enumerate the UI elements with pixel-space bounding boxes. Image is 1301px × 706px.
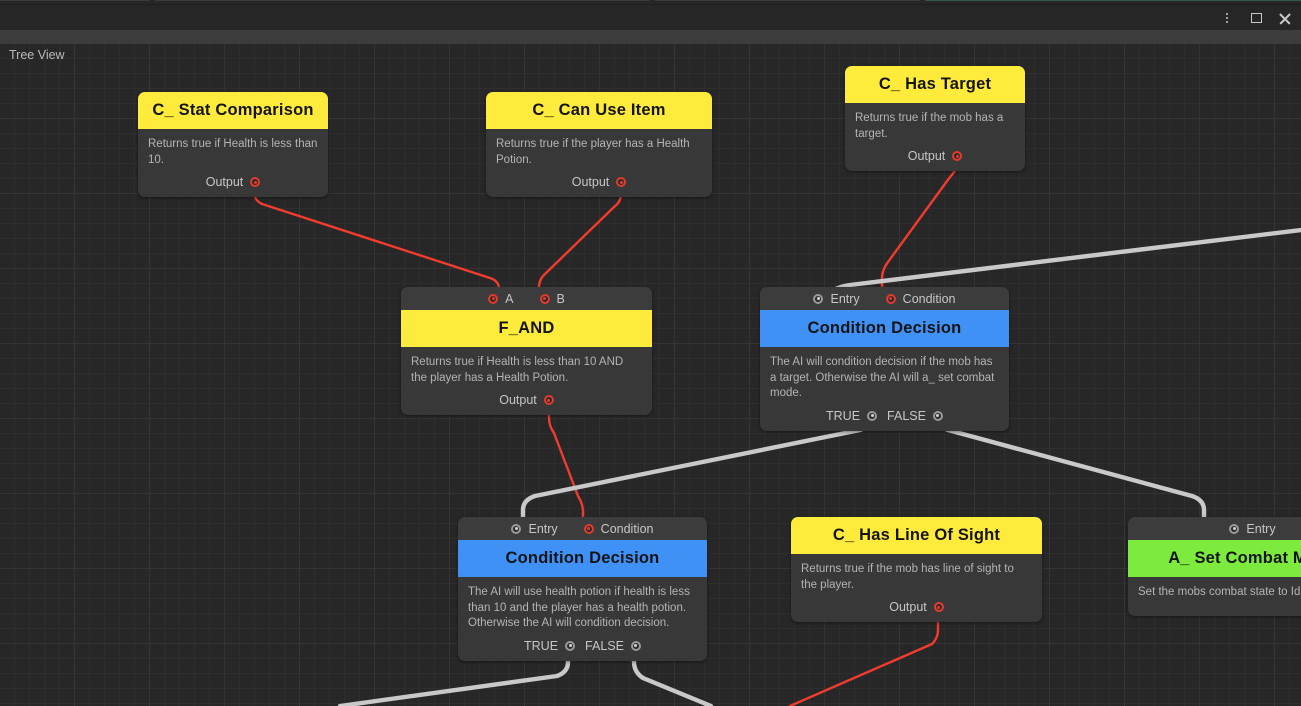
- output-port[interactable]: [933, 602, 944, 613]
- close-icon[interactable]: [1277, 10, 1293, 26]
- node-title: A_ Set Combat Mode: [1128, 540, 1301, 577]
- maximize-icon[interactable]: [1248, 10, 1264, 26]
- node-description: Returns true if Health is less than 10.: [148, 138, 318, 166]
- node-title: C_ Stat Comparison: [138, 92, 328, 129]
- input-a[interactable]: A: [488, 291, 514, 306]
- input-port-entry[interactable]: [813, 293, 824, 304]
- input-entry[interactable]: Entry: [813, 291, 860, 306]
- input-label-condition: Condition: [600, 521, 654, 536]
- node-output-row: Output: [845, 142, 1025, 171]
- node-description: The AI will use health potion if health …: [468, 586, 690, 630]
- output-label-false: FALSE: [887, 408, 926, 423]
- output-label-true: TRUE: [524, 638, 559, 653]
- toolbar: [0, 30, 1301, 44]
- node-graph-editor-window: Tree View C_ Stat Comparison Returns tru…: [0, 0, 1301, 706]
- input-port-entry[interactable]: [1229, 523, 1240, 534]
- node-input-row: A B: [401, 287, 652, 310]
- output-label: Output: [205, 175, 244, 190]
- output-label-false: FALSE: [585, 638, 624, 653]
- input-port-b[interactable]: [539, 293, 550, 304]
- tab-segment[interactable]: [155, 0, 650, 1]
- node-input-row: Entry: [1128, 517, 1301, 540]
- input-entry[interactable]: Entry: [511, 521, 558, 536]
- node-set-combat-mode[interactable]: Entry A_ Set Combat Mode Set the mobs co…: [1128, 517, 1301, 616]
- input-port-condition[interactable]: [885, 293, 896, 304]
- edge-line-of-sight-to-below: [788, 610, 940, 706]
- input-label-b: B: [556, 291, 565, 306]
- input-b[interactable]: B: [539, 291, 565, 306]
- output-label: Output: [889, 600, 927, 615]
- output-label-true: TRUE: [826, 408, 861, 423]
- node-has-target[interactable]: C_ Has Target Returns true if the mob ha…: [845, 66, 1025, 172]
- node-description: The AI will condition decision if the mo…: [770, 356, 995, 400]
- node-description: Returns true if the mob has line of sigh…: [801, 563, 1014, 591]
- input-port-entry[interactable]: [511, 523, 522, 534]
- output-port[interactable]: [543, 395, 554, 406]
- tab-segment-active[interactable]: [925, 0, 1301, 1]
- output-label: Output: [499, 393, 537, 408]
- output-true[interactable]: TRUE: [524, 638, 576, 653]
- view-label: Tree View: [9, 48, 65, 62]
- output-label: Output: [571, 175, 610, 190]
- node-output-row: TRUE FALSE: [760, 402, 1009, 431]
- output-label: Output: [907, 149, 946, 164]
- node-output-row: [1128, 601, 1301, 616]
- tab-segment[interactable]: [0, 0, 150, 1]
- node-condition-decision-2[interactable]: Entry Condition Condition Decision The A…: [458, 517, 707, 661]
- output-port-true[interactable]: [565, 640, 576, 651]
- node-can-use-item[interactable]: C_ Can Use Item Returns true if the play…: [486, 92, 712, 198]
- node-description: Returns true if the mob has a target.: [855, 112, 1004, 140]
- input-label-a: A: [505, 291, 514, 306]
- node-condition-decision-1[interactable]: Entry Condition Condition Decision The A…: [760, 287, 1009, 431]
- title-bar: [0, 5, 1301, 30]
- input-label-condition: Condition: [902, 291, 956, 306]
- node-output-row: Output: [138, 168, 328, 197]
- input-label-entry: Entry: [830, 291, 860, 306]
- node-f-and[interactable]: A B F_AND Returns true if Health is less…: [401, 287, 652, 416]
- node-stat-comparison[interactable]: C_ Stat Comparison Returns true if Healt…: [138, 92, 328, 198]
- output-false[interactable]: FALSE: [887, 409, 943, 423]
- node-title: C_ Has Target: [845, 66, 1025, 103]
- input-condition[interactable]: Condition: [583, 521, 654, 536]
- output-true[interactable]: TRUE: [826, 408, 878, 423]
- node-output-row: Output: [791, 593, 1042, 622]
- output-false[interactable]: FALSE: [585, 639, 641, 653]
- output-port-true[interactable]: [867, 410, 878, 421]
- input-port-a[interactable]: [488, 293, 499, 304]
- kebab-menu-icon[interactable]: [1219, 10, 1235, 26]
- input-condition[interactable]: Condition: [885, 291, 956, 306]
- output-port[interactable]: [952, 151, 963, 162]
- tab-segment[interactable]: [655, 0, 920, 1]
- output-port-false[interactable]: [630, 640, 641, 651]
- node-title: Condition Decision: [760, 310, 1009, 347]
- node-title: Condition Decision: [458, 540, 707, 577]
- input-label-entry: Entry: [1246, 521, 1276, 536]
- node-output-row: Output: [401, 386, 652, 415]
- output-port[interactable]: [250, 177, 261, 188]
- node-has-line-of-sight[interactable]: C_ Has Line Of Sight Returns true if the…: [791, 517, 1042, 623]
- node-description: Set the mobs combat state to Idle: [1138, 586, 1301, 598]
- output-port[interactable]: [616, 177, 627, 188]
- node-title: C_ Can Use Item: [486, 92, 712, 129]
- input-label-entry: Entry: [528, 521, 558, 536]
- input-entry[interactable]: Entry: [1229, 521, 1276, 536]
- node-description: Returns true if the player has a Health …: [496, 138, 690, 166]
- node-output-row: Output: [486, 168, 712, 197]
- output-port-false[interactable]: [932, 410, 943, 421]
- node-input-row: Entry Condition: [458, 517, 707, 540]
- edge-and-to-decision2-condition: [547, 398, 585, 532]
- node-description: Returns true if Health is less than 10 A…: [411, 356, 624, 384]
- input-port-condition[interactable]: [583, 523, 594, 534]
- graph-canvas[interactable]: Tree View C_ Stat Comparison Returns tru…: [0, 44, 1301, 706]
- node-input-row: Entry Condition: [760, 287, 1009, 310]
- node-title: C_ Has Line Of Sight: [791, 517, 1042, 554]
- node-output-row: TRUE FALSE: [458, 632, 707, 661]
- node-title: F_AND: [401, 310, 652, 347]
